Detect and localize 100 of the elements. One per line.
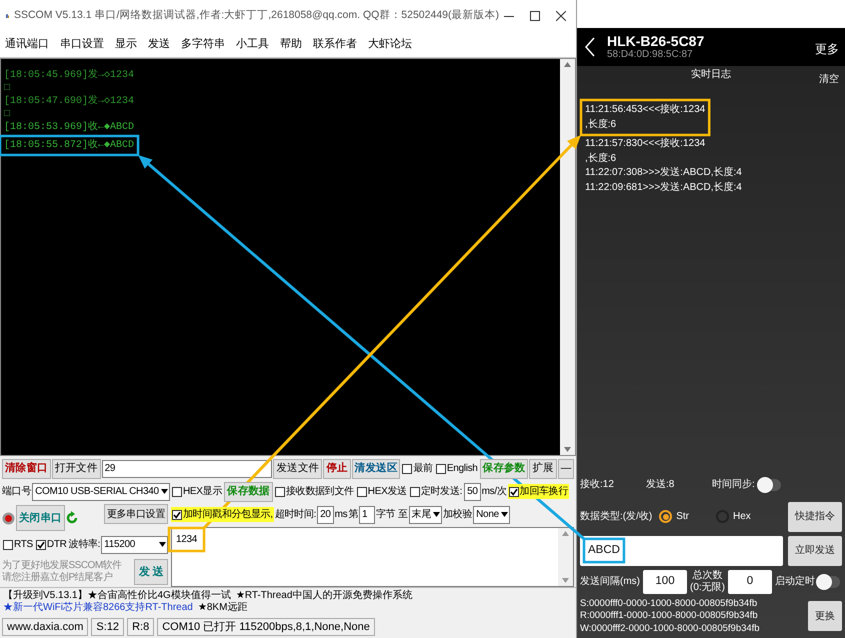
- send-text-area[interactable]: 1234: [171, 527, 574, 587]
- scrollbar[interactable]: [560, 59, 575, 455]
- caret-icon: [159, 542, 166, 547]
- menu-item[interactable]: 多字符串: [181, 36, 225, 53]
- radio-option[interactable]: Str: [659, 509, 689, 524]
- caret-icon: [160, 489, 168, 494]
- count-label: 总次数 (0:无限): [690, 570, 725, 594]
- send-button[interactable]: 发 送: [134, 559, 168, 585]
- port-dropdown[interactable]: COM10 USB-SERIAL CH340: [32, 482, 170, 500]
- log-line: ,长度:6: [585, 118, 616, 132]
- log-line: [18:05:53.969]收←◆ABCD: [4, 121, 134, 134]
- field-label: 超时时间:: [274, 508, 316, 522]
- toolbar-button[interactable]: 清除窗口: [2, 458, 51, 478]
- timer-label: 启动定时: [775, 574, 815, 589]
- checkbox[interactable]: HEX发送: [356, 484, 408, 499]
- toolbar-button[interactable]: 清发送区: [352, 458, 400, 478]
- scroll-up-icon[interactable]: [564, 62, 571, 67]
- menu-item[interactable]: 通讯端口: [5, 36, 49, 53]
- scroll-down-icon[interactable]: [562, 578, 569, 583]
- toggle-switch[interactable]: [758, 478, 781, 490]
- refresh-icon[interactable]: [66, 511, 78, 525]
- text-field[interactable]: 20: [317, 506, 334, 524]
- text-field[interactable]: 50: [464, 482, 481, 500]
- log-title: 实时日志: [691, 68, 731, 82]
- send-input[interactable]: ABCD: [580, 536, 783, 566]
- checkbox[interactable]: 最前: [401, 461, 434, 476]
- log-line: [18:05:45.969]发→◇1234: [4, 69, 134, 82]
- menu-item[interactable]: 联系作者: [313, 36, 357, 53]
- uuid-text: W:0000fff2-0000-1000-8000-00805f9b34fb: [580, 622, 760, 635]
- menu-item[interactable]: 显示: [115, 36, 137, 53]
- log-line: 11:22:09:681>>>发送:ABCD,长度:4: [585, 180, 742, 194]
- log-line: 11:22:07:308>>>发送:ABCD,长度:4: [585, 166, 742, 180]
- log-line: 11:21:57:830<<<接收:1234: [585, 137, 706, 151]
- more-settings-button[interactable]: 更多串口设置: [104, 504, 168, 524]
- log-line: □: [4, 108, 10, 121]
- send-now-button[interactable]: 立即发送: [788, 536, 842, 566]
- menu-item[interactable]: 串口设置: [60, 36, 104, 53]
- toolbar-button[interactable]: —: [558, 458, 574, 478]
- change-button[interactable]: 更换: [808, 601, 842, 632]
- dropdown[interactable]: 末尾: [408, 506, 442, 524]
- window-title: SSCOM V5.13.1 串口/网络数据调试器,作者:大虾丁丁,2618058@qq.com. QQ群：52502449(最新版本): [14, 8, 499, 24]
- menu-item[interactable]: 帮助: [280, 36, 302, 53]
- caret-icon: [433, 512, 440, 517]
- clear-button[interactable]: 清空: [819, 72, 839, 87]
- status-cell: S:12: [91, 618, 124, 636]
- interval-field[interactable]: 100: [643, 570, 687, 594]
- log-line: 11:21:56:453<<<接收:1234: [585, 103, 706, 117]
- log-line: [18:05:55.872]收←◆ABCD: [4, 139, 134, 152]
- menu-item[interactable]: 大虾论坛: [368, 36, 412, 53]
- file-path-field[interactable]: 29: [102, 460, 272, 478]
- toolbar-button[interactable]: 停止: [323, 458, 351, 478]
- more-button[interactable]: 更多: [815, 40, 839, 58]
- status-cell: www.daxia.com: [2, 618, 88, 636]
- field-label: ms/次: [482, 485, 507, 499]
- device-name: HLK-B26-5C87: [607, 33, 704, 49]
- close-icon[interactable]: [556, 11, 566, 21]
- back-icon[interactable]: [585, 37, 595, 57]
- checkbox[interactable]: HEX显示: [171, 484, 224, 499]
- toolbar-button[interactable]: 扩展: [529, 458, 557, 478]
- baud-dropdown[interactable]: 115200: [101, 536, 168, 554]
- news-ticker-text: ★RT-Thread中国人的开源免费操作系统: [236, 590, 412, 602]
- log-line: □: [4, 82, 10, 95]
- field-label: ms: [334, 508, 348, 522]
- text-field[interactable]: 1: [359, 506, 376, 524]
- sent-count: 发送:8: [646, 478, 676, 492]
- count-field[interactable]: 0: [728, 570, 772, 594]
- checkbox[interactable]: 加时间戳和分包显示,: [171, 507, 274, 522]
- menu-item[interactable]: 小工具: [236, 36, 269, 53]
- radio-option[interactable]: Hex: [716, 509, 751, 524]
- checkmark-icon: [36, 540, 45, 548]
- field-label: 波特率:: [68, 538, 100, 552]
- field-label: 端口号: [2, 484, 32, 499]
- uuid-text: S:0000fff0-0000-1000-8000-00805f9b34fb: [580, 598, 758, 610]
- menu-item[interactable]: 发送: [148, 36, 170, 53]
- scrollbar[interactable]: [558, 528, 573, 586]
- close-port-button[interactable]: 关闭串口: [16, 505, 65, 531]
- maximize-icon[interactable]: [530, 11, 540, 21]
- toolbar-button[interactable]: 打开文件: [52, 458, 101, 478]
- field-label: 字节 至: [376, 508, 408, 522]
- checkbox[interactable]: RTS: [2, 537, 34, 552]
- scroll-up-icon[interactable]: [562, 531, 569, 536]
- notice-text: 为了更好地发展SSCOM软件 请您注册嘉立创P结尾客户: [2, 560, 122, 584]
- news-ticker-text: ★8KM远距: [198, 602, 248, 614]
- checkbox[interactable]: 接收数据到文件: [274, 484, 355, 499]
- toggle-switch[interactable]: [818, 576, 840, 588]
- scroll-down-icon[interactable]: [564, 447, 571, 452]
- status-cell: COM10 已打开 115200bps,8,1,None,None: [157, 618, 375, 636]
- interval-label: 发送间隔(ms): [580, 575, 640, 589]
- dropdown[interactable]: None: [473, 506, 510, 524]
- toolbar-button[interactable]: 发送文件: [273, 458, 322, 478]
- checkbox[interactable]: DTR: [34, 537, 68, 552]
- checkbox[interactable]: 加回车换行: [508, 484, 570, 499]
- uuid-text: R:0000fff1-0000-1000-8000-00805f9b34fb: [580, 610, 759, 622]
- checkbox[interactable]: English: [434, 461, 479, 476]
- shortcut-button[interactable]: 快捷指令: [788, 502, 842, 532]
- checkbox[interactable]: 定时发送:: [408, 484, 464, 499]
- time-sync-label: 时间同步:: [712, 478, 755, 492]
- news-ticker-text: ★新一代WiFi芯片兼容8266支持RT-Thread: [3, 602, 193, 614]
- caret-icon: [500, 512, 508, 517]
- log-line: [18:05:47.690]发→◇1234: [4, 95, 134, 108]
